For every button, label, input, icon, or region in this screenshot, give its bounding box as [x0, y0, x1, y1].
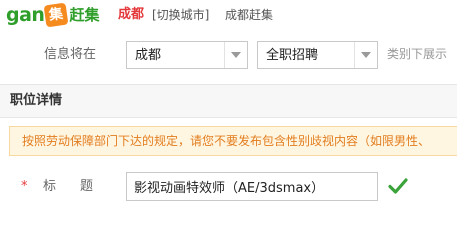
logo-brand-text: 赶集 — [69, 6, 100, 24]
ganji-logo[interactable]: gan 集 赶集 — [6, 2, 100, 28]
title-label: 标题 — [43, 179, 118, 194]
category-select-value: 全职招聘 — [266, 48, 319, 63]
logo-wordmark: gan — [6, 4, 45, 26]
category-display-hint: 类别下展示 — [387, 47, 448, 61]
category-select[interactable]: 全职招聘 — [257, 41, 378, 69]
notice-text: 按照劳动保障部门下达的规定，请您不要发布包含性别歧视内容（如限男性、 — [22, 134, 431, 148]
city-select-value: 成都 — [135, 48, 162, 63]
chevron-down-icon — [354, 42, 377, 68]
gender-discrimination-notice: 按照劳动保障部门下达的规定，请您不要发布包含性别歧视内容（如限男性、 — [9, 126, 457, 156]
required-marker: * — [21, 179, 28, 194]
logo-badge: 集 — [44, 2, 69, 28]
city-select[interactable]: 成都 — [126, 41, 248, 69]
check-icon — [388, 178, 408, 194]
site-header: gan 集 赶集 成都 [切换城市] 成都赶集 — [0, 0, 457, 30]
title-input[interactable] — [126, 172, 378, 201]
switch-city-link[interactable]: [切换城市] — [152, 7, 209, 23]
chevron-down-icon — [224, 42, 247, 68]
publish-location-label: 信息将在 — [44, 47, 97, 62]
job-details-section-header: 职位详情 — [0, 84, 457, 118]
section-title: 职位详情 — [10, 93, 63, 108]
current-city: 成都 — [118, 7, 145, 22]
city-site-link[interactable]: 成都赶集 — [225, 7, 273, 23]
